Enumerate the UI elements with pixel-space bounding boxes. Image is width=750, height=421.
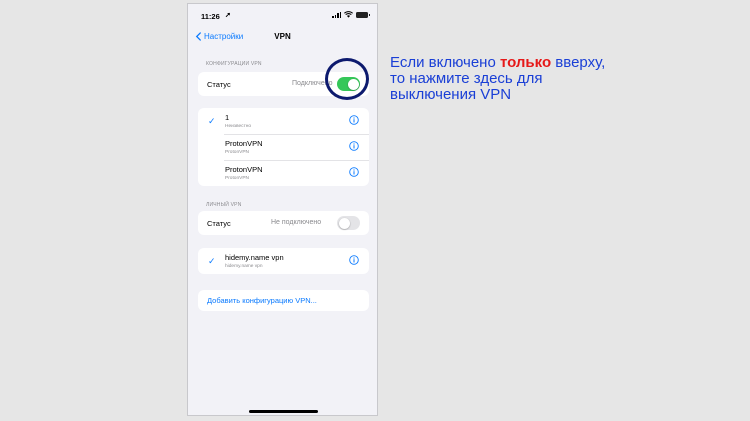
info-icon[interactable] (349, 167, 359, 177)
annotation-line-2: то нажмите здесь для (390, 70, 543, 87)
vpn-config-header: КОНФИГУРАЦИИ VPN (206, 61, 262, 67)
nav-bar: Настройки VPN (188, 29, 377, 49)
status-bar: 11:26 ➚ (188, 4, 377, 26)
add-config-group: Добавить конфигурацию VPN... (198, 290, 369, 311)
battery-icon (356, 11, 370, 18)
signal-icon (332, 11, 341, 18)
annotation-line-1: Если включено только вверху, (390, 55, 720, 71)
vpn-item-sub: hidemy.name vpn (225, 264, 263, 269)
personal-status-row: Статус Не подключено (198, 211, 369, 235)
personal-vpn-toggle[interactable] (337, 216, 360, 230)
personal-vpn-item[interactable]: ✓ hidemy.name vpn hidemy.name vpn (198, 248, 369, 274)
info-icon[interactable] (349, 115, 359, 125)
status-value: Не подключено (271, 219, 322, 226)
status-time: 11:26 (201, 12, 220, 21)
wifi-icon (344, 11, 353, 18)
vpn-item-name: 1 (225, 113, 230, 122)
vpn-item-name: hidemy.name vpn (225, 253, 284, 262)
highlight-ring (325, 58, 369, 100)
annotation-line-1-prefix: Если включено (390, 54, 500, 71)
vpn-item-1[interactable]: ✓ 1 Неизвестно (198, 108, 369, 134)
personal-vpn-header: ЛИЧНЫЙ VPN (206, 202, 242, 208)
annotation-highlight: только (499, 54, 552, 71)
info-icon[interactable] (349, 141, 359, 151)
home-indicator (249, 410, 318, 413)
personal-vpn-list: ✓ hidemy.name vpn hidemy.name vpn (198, 248, 369, 274)
checkmark-icon: ✓ (208, 116, 216, 126)
vpn-item-name: ProtonVPN (225, 139, 263, 148)
status-label: Статус (207, 80, 231, 89)
vpn-item-name: ProtonVPN (225, 165, 263, 174)
annotation-text: Если включено только вверху, то нажмите … (390, 55, 720, 103)
annotation-line-3: выключения VPN (390, 86, 512, 103)
vpn-item-3[interactable]: ProtonVPN ProtonVPN (198, 160, 369, 186)
page-title: VPN (274, 32, 291, 41)
vpn-item-sub: ProtonVPN (225, 176, 249, 181)
toggle-knob (338, 217, 350, 229)
info-icon[interactable] (349, 255, 359, 265)
location-arrow-icon: ➚ (225, 12, 231, 19)
vpn-item-2[interactable]: ProtonVPN ProtonVPN (198, 134, 369, 160)
checkmark-icon: ✓ (208, 256, 216, 266)
personal-status-group: Статус Не подключено (198, 211, 369, 235)
vpn-item-sub: ProtonVPN (225, 150, 249, 155)
add-vpn-config-link[interactable]: Добавить конфигурацию VPN... (207, 296, 317, 305)
vpn-item-sub: Неизвестно (225, 124, 252, 129)
vpn-config-list: ✓ 1 Неизвестно ProtonVPN ProtonVPN Proto… (198, 108, 369, 186)
status-label: Статус (207, 219, 231, 228)
annotation-line-1-suffix: вверху, (551, 54, 606, 71)
